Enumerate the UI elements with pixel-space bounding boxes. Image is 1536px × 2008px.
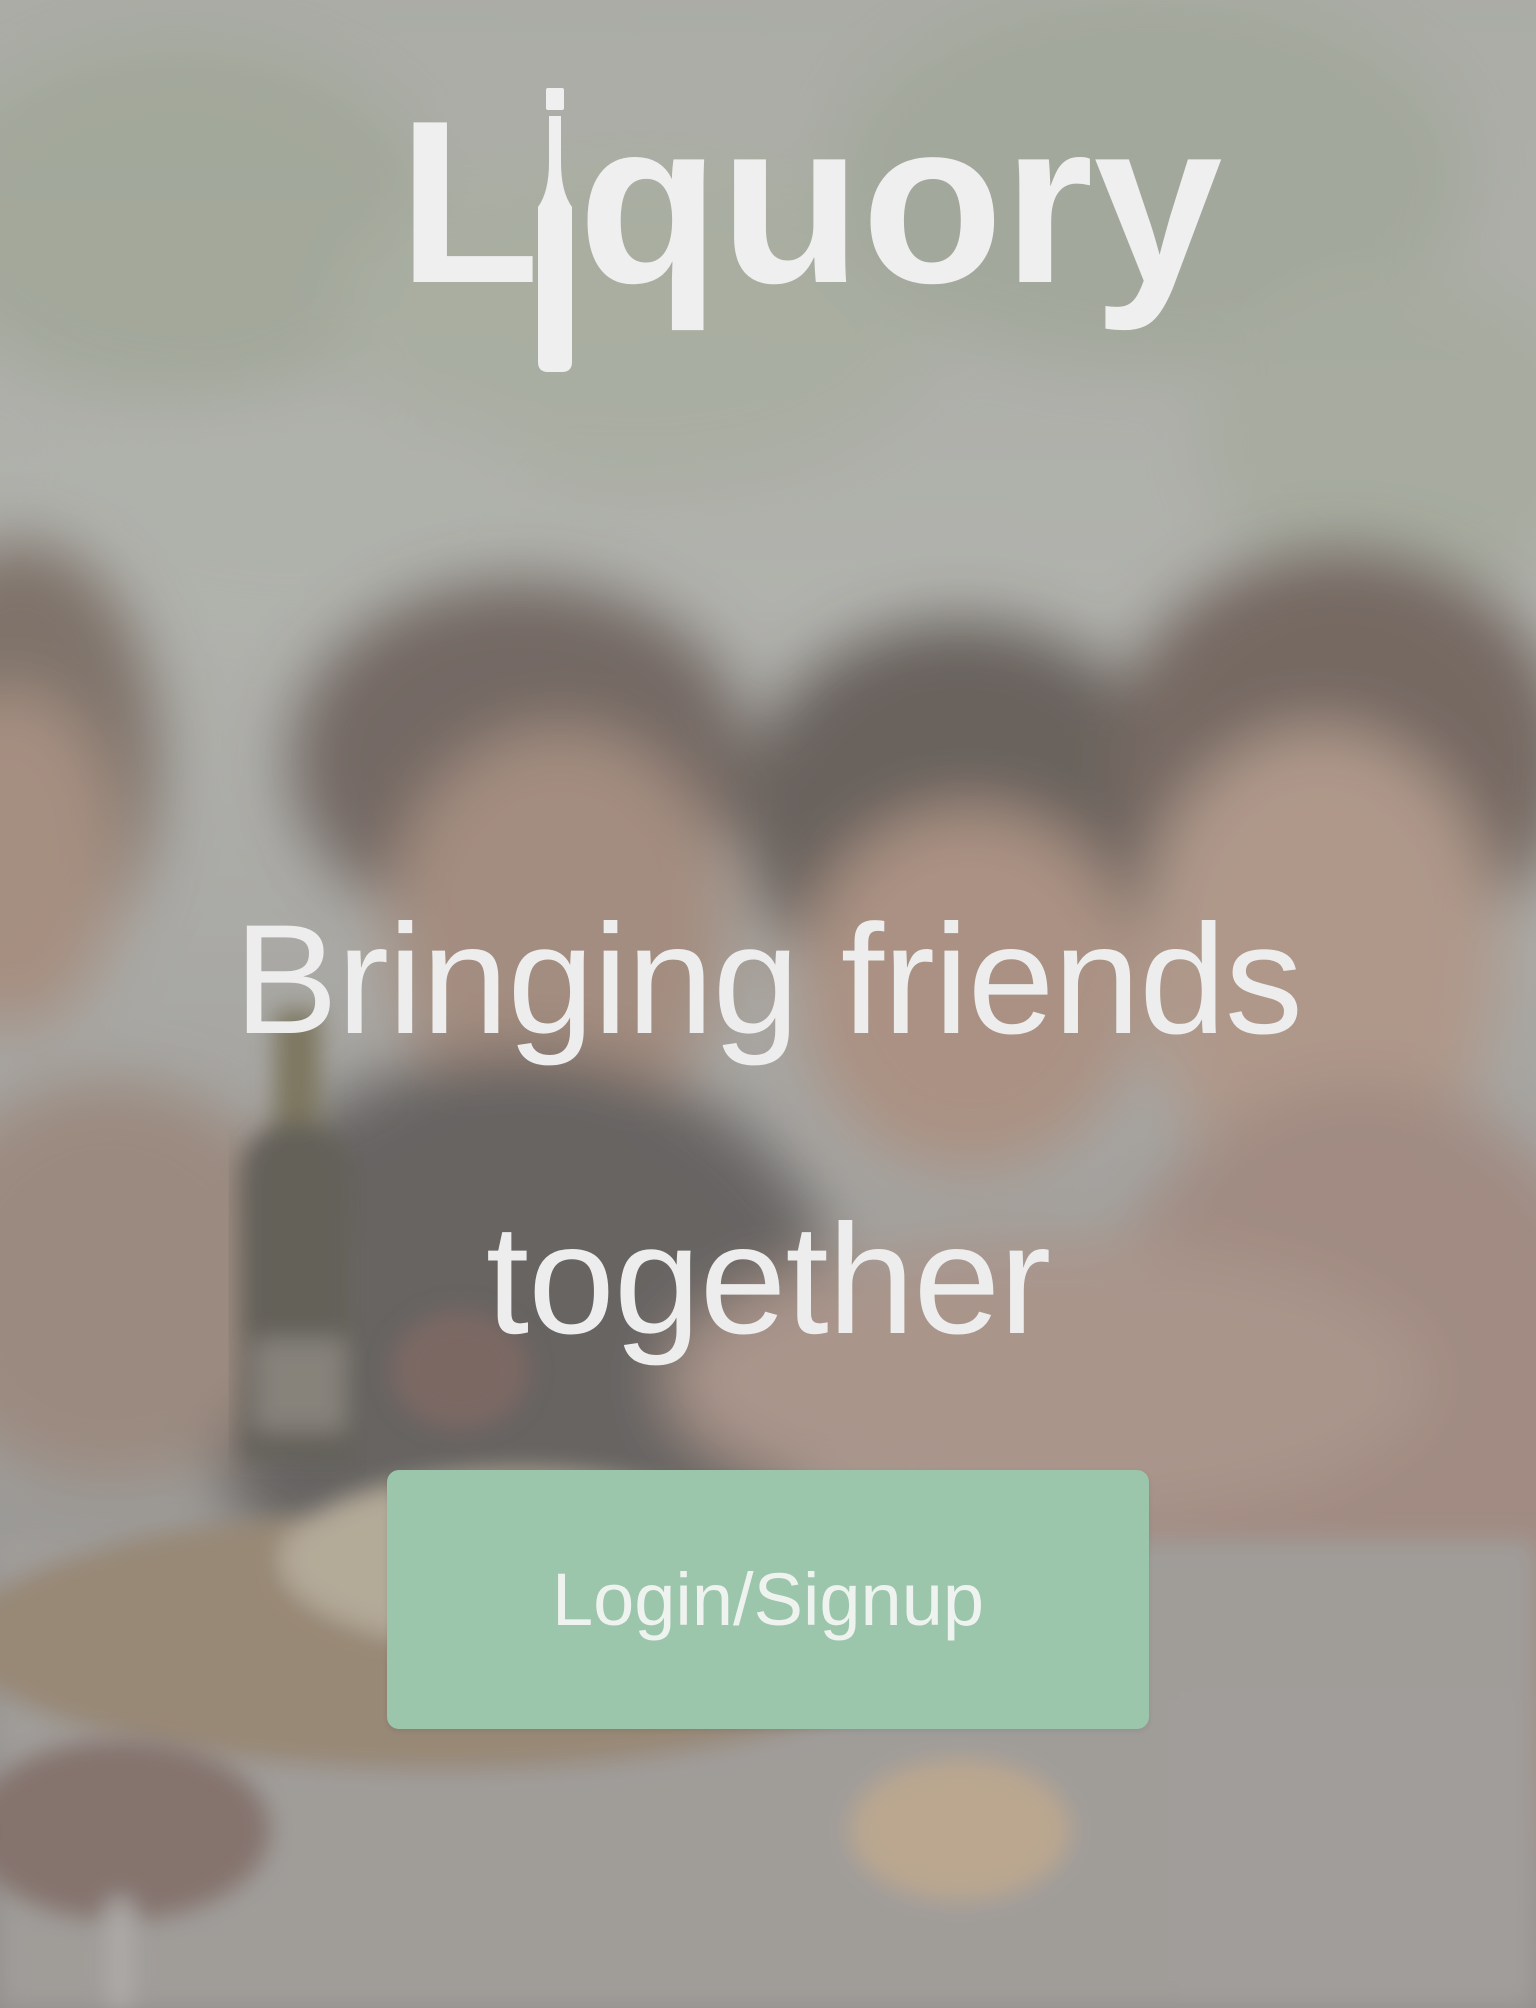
logo-letter-l: L [398,73,540,332]
logo-word-quory: quory [578,73,1222,332]
login-signup-button[interactable]: Login/Signup [387,1470,1149,1729]
tagline: Bringing friends together [0,830,1536,1430]
tagline-line-2: together [485,1193,1051,1367]
welcome-screen: L quory Bringing friends together Login/… [0,0,1536,2008]
tagline-line-1: Bringing friends [234,893,1303,1067]
login-signup-label: Login/Signup [551,1558,985,1641]
liquory-logo: L quory [398,73,1222,382]
bottle-icon [538,88,572,372]
